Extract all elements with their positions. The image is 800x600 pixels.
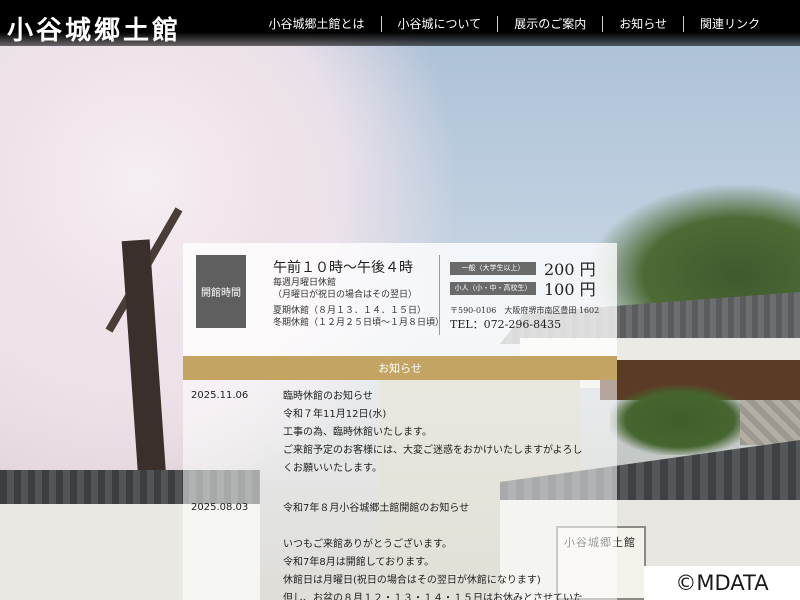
news-title: 令和7年８月小谷城郷土館開館のお知らせ xyxy=(283,503,470,514)
news-line: ご来館予定のお客様には、大変ご迷惑をおかけいたしますがよろし xyxy=(283,445,583,456)
nav-about-castle[interactable]: 小谷城について xyxy=(382,15,498,32)
hours-box: 開館時間 午前１０時～午後４時 毎週月曜日休館 （月曜日が祝日の場合はその翌日）… xyxy=(183,243,617,356)
address: 〒590-0106 大阪府堺市南区豊田 1602 xyxy=(450,306,600,315)
price-label-child: 小人（小・中・高校生） xyxy=(450,281,536,295)
site-logo[interactable]: 小谷城郷土館 xyxy=(7,10,181,47)
news-header: お知らせ xyxy=(183,356,617,380)
info-panel: 開館時間 午前１０時～午後４時 毎週月曜日休館 （月曜日が祝日の場合はその翌日）… xyxy=(183,243,617,600)
news-content: 令和7年８月小谷城郷土館開館のお知らせ いつもご来館ありがとうございます。 令和… xyxy=(283,500,608,600)
price-row-child: 小人（小・中・高校生） 100 円 xyxy=(450,276,596,300)
news-line: くお願いいたします。 xyxy=(283,463,382,474)
news-list[interactable]: 2025.11.06 臨時休館のお知らせ 令和７年11月12日(水) 工事の為、… xyxy=(183,380,617,600)
news-spacer xyxy=(283,518,608,536)
stone-wall xyxy=(740,400,800,445)
news-line: いつもご来館ありがとうございます。 xyxy=(283,539,452,550)
news-date: 2025.08.03 xyxy=(191,502,249,513)
news-line: 令和７年11月12日(水) xyxy=(283,409,387,420)
closed-weekly: 毎週月曜日休館 xyxy=(273,278,337,288)
telephone[interactable]: TEL：072-296-8435 xyxy=(450,316,561,332)
hours-main: 午前１０時～午後４時 xyxy=(273,260,413,276)
vertical-divider xyxy=(439,255,440,335)
site-header: 小谷城郷土館 小谷城郷土館とは 小谷城について 展示のご案内 お知らせ 関連リン… xyxy=(0,0,800,46)
main-nav: 小谷城郷土館とは 小谷城について 展示のご案内 お知らせ 関連リンク xyxy=(253,15,776,32)
summer-closure: 夏期休館（８月１３．１４．１５日） xyxy=(273,306,427,316)
price-label-adult: 一般（大学生以上） xyxy=(450,261,536,275)
winter-closure: 冬期休館（１２月２５日頃～１月８日頃） xyxy=(273,318,445,328)
news-title: 臨時休館のお知らせ xyxy=(283,391,373,402)
nav-links[interactable]: 関連リンク xyxy=(684,15,776,32)
news-line: 但し、お盆の８月１２・１３・１４・１５日はお休みとさせていた xyxy=(283,593,583,600)
nav-about-museum[interactable]: 小谷城郷土館とは xyxy=(253,15,381,32)
hedge xyxy=(610,385,750,455)
news-line: 工事の為、臨時休館いたします。 xyxy=(283,427,432,438)
hours-label: 開館時間 xyxy=(196,255,246,328)
nav-news[interactable]: お知らせ xyxy=(603,15,683,32)
price-value-child: 100 円 xyxy=(544,280,596,299)
news-date: 2025.11.06 xyxy=(191,390,249,401)
nav-exhibits[interactable]: 展示のご案内 xyxy=(498,15,602,32)
news-line: 令和7年8月は開館しております。 xyxy=(283,557,435,568)
news-line: 休館日は月曜日(祝日の場合はその翌日が休館になります) xyxy=(283,575,541,586)
copyright-badge: ©MDATA xyxy=(644,566,800,600)
news-content: 臨時休館のお知らせ 令和７年11月12日(水) 工事の為、臨時休館いたします。 … xyxy=(283,388,608,478)
closed-note: （月曜日が祝日の場合はその翌日） xyxy=(273,290,418,300)
